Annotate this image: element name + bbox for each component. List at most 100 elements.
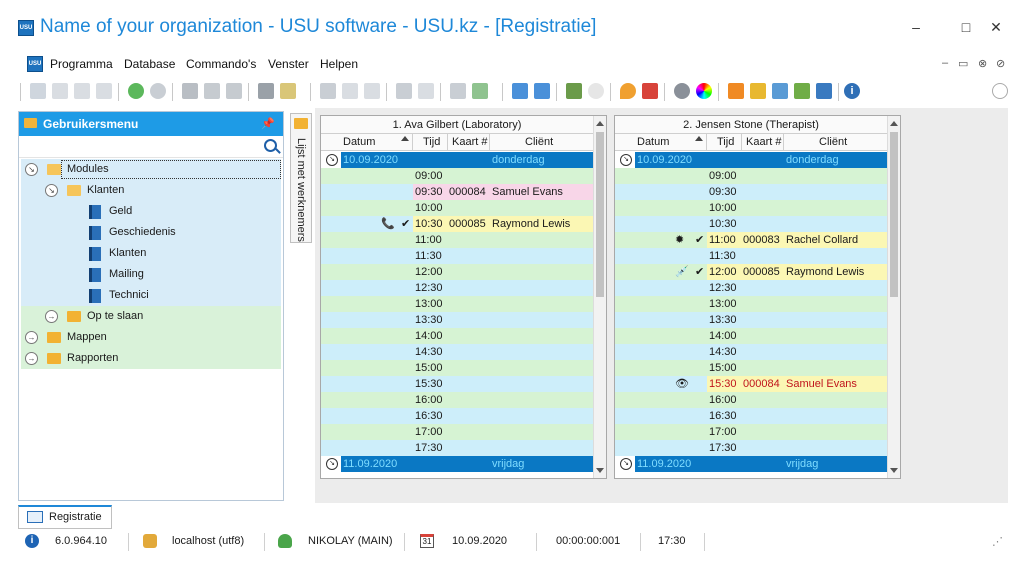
date-row[interactable]: ↘ 11.09.2020 vrijdag <box>615 456 887 472</box>
pin-icon[interactable]: 📌 <box>261 112 275 136</box>
time-slot-row[interactable]: 13:30 <box>615 312 887 328</box>
time-slot-row[interactable]: 📞 ✔ 10:30 000085 Raymond Lewis <box>321 216 593 232</box>
time-slot-row[interactable]: 12:00 <box>321 264 593 280</box>
time-slot-row[interactable]: 09:30 000084 Samuel Evans <box>321 184 593 200</box>
time-slot-row[interactable]: 13:00 <box>615 296 887 312</box>
tab-registratie[interactable]: Registratie <box>18 505 112 529</box>
rss-icon[interactable] <box>728 83 744 99</box>
collapse-arrow-icon[interactable]: ↘ <box>45 184 58 197</box>
time-slot-row[interactable]: 16:00 <box>615 392 887 408</box>
employee-list-tab[interactable]: Lijst met werknemers <box>290 113 312 243</box>
scroll-thumb[interactable] <box>596 132 604 297</box>
note-icon[interactable] <box>418 83 434 99</box>
expand-arrow-icon[interactable]: → <box>45 310 58 323</box>
time-slot-row[interactable]: 17:00 <box>321 424 593 440</box>
time-slot-row[interactable]: 14:00 <box>615 328 887 344</box>
close-button[interactable]: ✕ <box>986 18 1006 36</box>
mdi-minimize-button[interactable]: – <box>942 57 948 69</box>
time-slot-row[interactable]: 👁 15:30 000084 Samuel Evans <box>615 376 887 392</box>
calendar-icon[interactable] <box>642 83 658 99</box>
collapse-arrow-icon[interactable]: ↘ <box>326 458 338 470</box>
export-icon[interactable] <box>472 83 488 99</box>
time-slot-row[interactable]: 💉 ✔ 12:00 000085 Raymond Lewis <box>615 264 887 280</box>
scroll-up-icon[interactable] <box>890 121 898 126</box>
col-tijd[interactable]: Tijd <box>717 136 734 148</box>
time-slot-row[interactable]: 11:30 <box>615 248 887 264</box>
vertical-scrollbar[interactable] <box>593 116 606 478</box>
time-slot-row[interactable]: 16:30 <box>615 408 887 424</box>
menu-helpen[interactable]: Helpen <box>320 57 358 71</box>
time-slot-row[interactable]: 10:00 <box>321 200 593 216</box>
edit-icon[interactable] <box>74 83 90 99</box>
menu-venster[interactable]: Venster <box>268 57 309 71</box>
time-slot-row[interactable]: 11:00 <box>321 232 593 248</box>
user-icon[interactable] <box>772 83 788 99</box>
copy-icon[interactable] <box>52 83 68 99</box>
report-icon[interactable] <box>450 83 466 99</box>
col-datum[interactable]: Datum <box>637 136 669 148</box>
time-slot-row[interactable]: 09:00 <box>321 168 593 184</box>
menu-app-icon[interactable]: USU <box>27 56 43 72</box>
filter-icon[interactable] <box>182 83 198 99</box>
expand-arrow-icon[interactable]: → <box>25 331 38 344</box>
location-icon[interactable] <box>620 83 636 99</box>
time-slot-row[interactable]: 09:30 <box>615 184 887 200</box>
tool-icon[interactable] <box>816 83 832 99</box>
date-row[interactable]: ↘ 10.09.2020 donderdag <box>615 152 887 168</box>
col-kaart[interactable]: Kaart # <box>746 136 781 148</box>
menu-database[interactable]: Database <box>124 57 175 71</box>
exit-icon[interactable] <box>566 83 582 99</box>
expand-arrow-icon[interactable]: → <box>25 352 38 365</box>
tree-item[interactable]: Geschiedenis <box>21 222 281 243</box>
time-slot-row[interactable]: 12:30 <box>615 280 887 296</box>
collapse-arrow-icon[interactable]: ↘ <box>620 458 632 470</box>
tree-item[interactable]: Klanten <box>21 243 281 264</box>
collapse-icon[interactable] <box>364 83 380 99</box>
close-window-icon[interactable] <box>534 83 550 99</box>
tree-item[interactable]: ↘ Modules <box>21 159 281 180</box>
time-slot-row[interactable]: 17:30 <box>615 440 887 456</box>
col-kaart[interactable]: Kaart # <box>452 136 487 148</box>
time-slot-row[interactable]: 10:30 <box>615 216 887 232</box>
time-slot-row[interactable]: 14:00 <box>321 328 593 344</box>
minimize-button[interactable]: – <box>906 18 926 36</box>
info-icon[interactable]: i <box>844 83 860 99</box>
time-slot-row[interactable]: 13:30 <box>321 312 593 328</box>
toolbar-nav-icon[interactable] <box>992 83 1008 99</box>
group-icon[interactable] <box>396 83 412 99</box>
scroll-up-icon[interactable] <box>596 121 604 126</box>
collapse-arrow-icon[interactable]: ↘ <box>620 154 632 166</box>
scroll-down-icon[interactable] <box>596 468 604 473</box>
time-slot-row[interactable]: 10:00 <box>615 200 887 216</box>
collapse-arrow-icon[interactable]: ↘ <box>25 163 38 176</box>
time-slot-row[interactable]: 15:00 <box>615 360 887 376</box>
col-datum[interactable]: Datum <box>343 136 375 148</box>
menu-commandos[interactable]: Commando's <box>186 57 256 71</box>
maximize-button[interactable]: □ <box>956 18 976 36</box>
time-slot-row[interactable]: 16:00 <box>321 392 593 408</box>
tree-item[interactable]: ↘ Klanten <box>21 180 281 201</box>
time-slot-row[interactable]: 16:30 <box>321 408 593 424</box>
tree-item[interactable]: → Rapporten <box>21 348 281 369</box>
add-record-icon[interactable] <box>30 83 46 99</box>
time-slot-row[interactable]: 14:30 <box>615 344 887 360</box>
tree-item[interactable]: Geld <box>21 201 281 222</box>
col-tijd[interactable]: Tijd <box>423 136 440 148</box>
expand-icon[interactable] <box>342 83 358 99</box>
time-slot-row[interactable]: 15:30 <box>321 376 593 392</box>
tree-item[interactable]: → Mappen <box>21 327 281 348</box>
date-row[interactable]: ↘ 11.09.2020 vrijdag <box>321 456 593 472</box>
menu-search-bar[interactable] <box>19 136 283 158</box>
date-row[interactable]: ↘ 10.09.2020 donderdag <box>321 152 593 168</box>
gear-icon[interactable] <box>674 83 690 99</box>
filter-clear-icon[interactable] <box>204 83 220 99</box>
color-palette-icon[interactable] <box>696 83 712 99</box>
columns-icon[interactable] <box>320 83 336 99</box>
tree-item[interactable]: Technici <box>21 285 281 306</box>
nav-icon[interactable] <box>588 83 604 99</box>
collapse-arrow-icon[interactable]: ↘ <box>326 154 338 166</box>
resize-grip-icon[interactable]: ⋰ <box>992 535 1003 548</box>
menu-programma[interactable]: Programma <box>50 57 113 71</box>
mdi-close-button[interactable]: ⊗ <box>978 57 987 70</box>
search-icon[interactable] <box>150 83 166 99</box>
